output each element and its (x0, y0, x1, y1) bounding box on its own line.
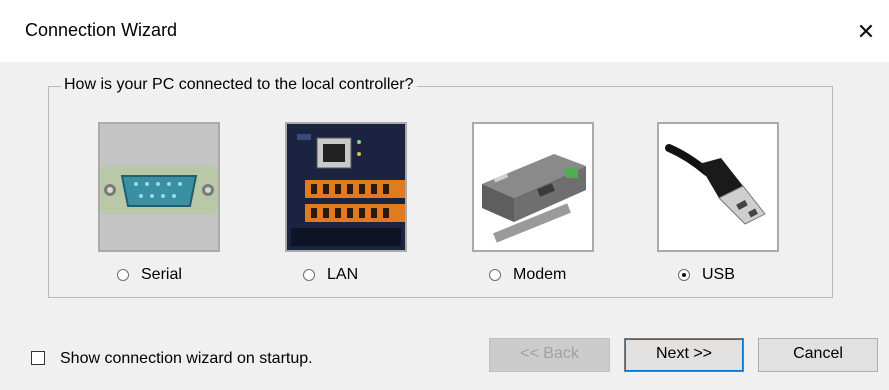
next-button[interactable]: Next >> (624, 338, 744, 372)
lan-controller-image[interactable] (285, 122, 407, 252)
cancel-button[interactable]: Cancel (758, 338, 878, 372)
lan-device-icon (287, 124, 405, 250)
startup-checkbox[interactable] (31, 351, 45, 365)
serial-connector-icon (100, 124, 218, 250)
radio-usb-indicator[interactable] (678, 269, 690, 281)
radio-modem-label: Modem (513, 266, 567, 283)
radio-lan-indicator[interactable] (303, 269, 315, 281)
usb-plug-icon (659, 124, 777, 250)
modem-device-image[interactable] (472, 122, 594, 252)
usb-cable-image[interactable] (657, 122, 779, 252)
radio-usb[interactable]: USB (678, 264, 735, 286)
radio-serial[interactable]: Serial (117, 264, 182, 286)
back-button[interactable]: << Back (489, 338, 610, 372)
radio-modem[interactable]: Modem (489, 264, 566, 286)
connection-wizard-dialog: Connection Wizard ✕ How is your PC conne… (0, 0, 889, 390)
modem-icon (474, 124, 592, 250)
startup-checkbox-label[interactable]: Show connection wizard on startup. (60, 350, 313, 368)
close-icon[interactable]: ✕ (843, 10, 889, 54)
radio-lan[interactable]: LAN (303, 264, 358, 286)
radio-lan-label: LAN (327, 266, 359, 283)
serial-port-image[interactable] (98, 122, 220, 252)
title-bar[interactable]: Connection Wizard ✕ (0, 0, 889, 62)
group-legend: How is your PC connected to the local co… (61, 76, 417, 94)
window-title: Connection Wizard (25, 20, 178, 40)
radio-serial-indicator[interactable] (117, 269, 129, 281)
radio-usb-label: USB (702, 266, 735, 283)
radio-modem-indicator[interactable] (489, 269, 501, 281)
radio-serial-label: Serial (141, 266, 182, 283)
